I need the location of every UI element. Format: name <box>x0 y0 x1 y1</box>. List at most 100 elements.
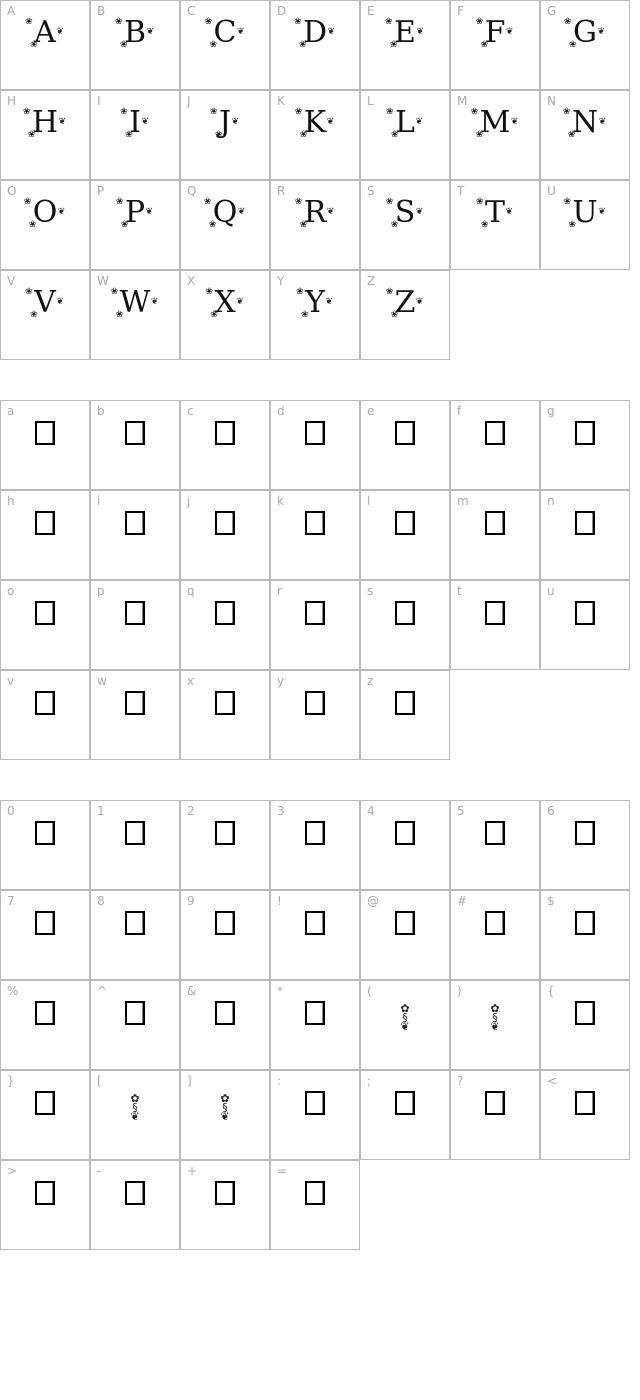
glyph-cell[interactable]: E E ❀ ❦ ❀ <box>360 0 450 90</box>
glyph-cell[interactable]: + <box>180 1160 270 1250</box>
glyph-cell[interactable]: x <box>180 670 270 760</box>
glyph-cell[interactable]: P P ❀ ❦ ❀ <box>90 180 180 270</box>
glyph-cell[interactable]: ! <box>270 890 360 980</box>
glyph-cell[interactable]: Y Y ❀ ❦ ❀ <box>270 270 360 360</box>
glyph-cell[interactable]: 6 <box>540 800 630 890</box>
decorative-glyph: H ❀ ❦ ❀ <box>1 103 89 143</box>
glyph-cell[interactable]: 9 <box>180 890 270 980</box>
glyph-cell[interactable]: 4 <box>360 800 450 890</box>
flourish-icon: ❀ <box>391 130 399 140</box>
missing-glyph-icon <box>215 421 235 445</box>
glyph-cell[interactable]: n <box>540 490 630 580</box>
glyph-cell[interactable]: 8 <box>90 890 180 980</box>
glyph-cell[interactable]: 7 <box>0 890 90 980</box>
glyph-cell[interactable]: (✿ § ❦ <box>360 980 450 1070</box>
glyph-cell[interactable]: < <box>540 1070 630 1160</box>
glyph-cell[interactable]: = <box>270 1160 360 1250</box>
glyph-cell[interactable]: a <box>0 400 90 490</box>
glyph-cell[interactable]: } <box>0 1070 90 1160</box>
glyph-cell[interactable]: [✿ § ❦ <box>90 1070 180 1160</box>
glyph-cell[interactable]: > <box>0 1160 90 1250</box>
glyph-cell[interactable]: H H ❀ ❦ ❀ <box>0 90 90 180</box>
glyph-cell[interactable]: g <box>540 400 630 490</box>
glyph-cell[interactable]: $ <box>540 890 630 980</box>
glyph-cell[interactable]: 5 <box>450 800 540 890</box>
glyph-cell[interactable]: & <box>180 980 270 1070</box>
floral-letter-icon: F ❀ ❦ ❀ <box>475 15 514 50</box>
glyph-cell[interactable]: R R ❀ ❦ ❀ <box>270 180 360 270</box>
glyph-cell[interactable]: i <box>90 490 180 580</box>
glyph-cell[interactable]: d <box>270 400 360 490</box>
floral-letter-icon: J ❀ ❦ ❀ <box>209 105 240 140</box>
glyph-cell[interactable]: # <box>450 890 540 980</box>
glyph-cell[interactable]: q <box>180 580 270 670</box>
glyph-cell[interactable]: @ <box>360 890 450 980</box>
decorative-glyph: Z ❀ ❦ ❀ <box>361 283 449 323</box>
glyph-cell[interactable]: - <box>90 1160 180 1250</box>
glyph-cell[interactable]: ) ✿ § ❦ <box>450 980 540 1070</box>
glyph-cell[interactable]: D D ❀ ❦ ❀ <box>270 0 360 90</box>
glyph-cell[interactable]: ] ✿ § ❦ <box>180 1070 270 1160</box>
glyph-cell[interactable]: 0 <box>0 800 90 890</box>
glyph-cell[interactable]: A A ❀ ❦ ❀ <box>0 0 90 90</box>
glyph-cell[interactable]: h <box>0 490 90 580</box>
glyph-cell[interactable]: U U ❀ ❦ ❀ <box>540 180 630 270</box>
glyph-cell[interactable]: V V ❀ ❦ ❀ <box>0 270 90 360</box>
glyph-cell[interactable]: p <box>90 580 180 670</box>
flourish-icon: ❦ <box>57 207 66 217</box>
glyph-cell[interactable]: o <box>0 580 90 670</box>
missing-glyph-box <box>1 903 89 943</box>
glyph-cell[interactable]: ? <box>450 1070 540 1160</box>
glyph-cell[interactable]: O O ❀ ❦ ❀ <box>0 180 90 270</box>
floral-letter-icon: R ❀ ❦ ❀ <box>294 195 335 230</box>
flourish-icon: ❀ <box>120 220 129 230</box>
glyph-cell[interactable]: T T ❀ ❦ ❀ <box>450 180 540 270</box>
glyph-cell[interactable]: Q Q ❀ ❦ ❀ <box>180 180 270 270</box>
glyph-cell[interactable]: c <box>180 400 270 490</box>
glyph-cell[interactable]: { <box>540 980 630 1070</box>
glyph-cell[interactable]: I I ❀ ❦ ❀ <box>90 90 180 180</box>
glyph-cell[interactable]: % <box>0 980 90 1070</box>
glyph-cell[interactable]: w <box>90 670 180 760</box>
glyph-cell[interactable]: k <box>270 490 360 580</box>
glyph-cell[interactable]: m <box>450 490 540 580</box>
glyph-cell[interactable]: e <box>360 400 450 490</box>
glyph-cell[interactable]: S S ❀ ❦ ❀ <box>360 180 450 270</box>
glyph-cell[interactable]: W W ❀ ❦ ❀ <box>90 270 180 360</box>
glyph-cell[interactable]: K K ❀ ❦ ❀ <box>270 90 360 180</box>
glyph-cell[interactable]: G G ❀ ❦ ❀ <box>540 0 630 90</box>
glyph-cell[interactable]: N N ❀ ❦ ❀ <box>540 90 630 180</box>
glyph-cell[interactable]: t <box>450 580 540 670</box>
glyph-cell[interactable]: L L ❀ ❦ ❀ <box>360 90 450 180</box>
glyph-cell[interactable]: 1 <box>90 800 180 890</box>
glyph-cell[interactable]: J J ❀ ❦ ❀ <box>180 90 270 180</box>
glyph-cell[interactable]: X X ❀ ❦ ❀ <box>180 270 270 360</box>
glyph-cell[interactable]: b <box>90 400 180 490</box>
decorative-glyph: B ❀ ❦ ❀ <box>91 13 179 53</box>
glyph-cell[interactable]: y <box>270 670 360 760</box>
glyph-cell[interactable]: Z Z ❀ ❦ ❀ <box>360 270 450 360</box>
flourish-icon: ❀ <box>214 130 223 140</box>
glyph-cell[interactable]: 3 <box>270 800 360 890</box>
glyph-cell[interactable]: l <box>360 490 450 580</box>
glyph-cell[interactable]: M M ❀ ❦ ❀ <box>450 90 540 180</box>
flourish-icon: ❀ <box>30 40 38 50</box>
glyph-cell[interactable]: u <box>540 580 630 670</box>
glyph-cell[interactable]: * <box>270 980 360 1070</box>
glyph-cell[interactable]: ^ <box>90 980 180 1070</box>
glyph-cell[interactable]: F F ❀ ❦ ❀ <box>450 0 540 90</box>
glyph-cell[interactable]: j <box>180 490 270 580</box>
glyph-cell[interactable]: v <box>0 670 90 760</box>
missing-glyph-icon <box>395 691 415 715</box>
flourish-icon: ❦ <box>236 27 245 37</box>
glyph-cell[interactable]: z <box>360 670 450 760</box>
glyph-cell[interactable]: s <box>360 580 450 670</box>
glyph-cell[interactable]: r <box>270 580 360 670</box>
glyph-cell[interactable]: 2 <box>180 800 270 890</box>
decorative-glyph: A ❀ ❦ ❀ <box>1 13 89 53</box>
glyph-cell[interactable]: B B ❀ ❦ ❀ <box>90 0 180 90</box>
glyph-cell[interactable]: : <box>270 1070 360 1160</box>
glyph-cell[interactable]: f <box>450 400 540 490</box>
glyph-cell[interactable]: C C ❀ ❦ ❀ <box>180 0 270 90</box>
glyph-cell[interactable]: ; <box>360 1070 450 1160</box>
